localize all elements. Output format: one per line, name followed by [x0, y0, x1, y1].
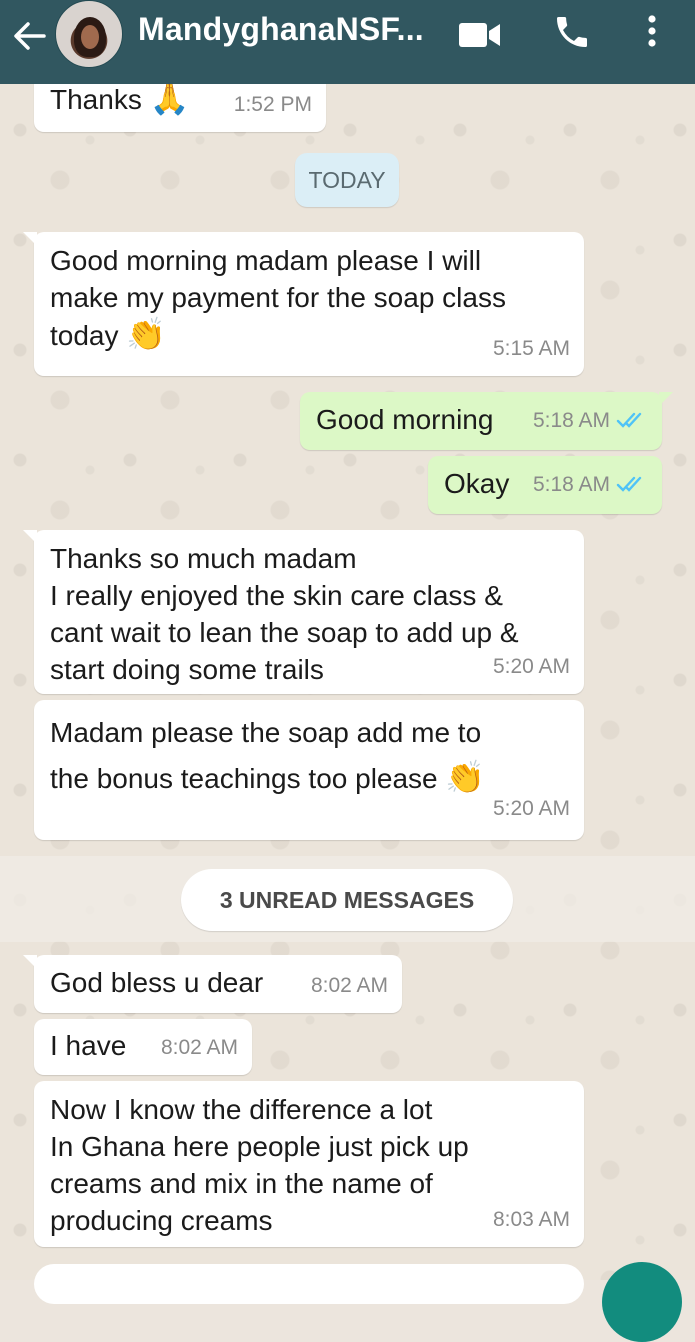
video-call-icon[interactable] [458, 22, 502, 48]
message-time: 5:20 AM [492, 797, 570, 820]
unread-messages-banner: 3 UNREAD MESSAGES [181, 869, 513, 931]
chat-header: MandyghanaNSF... [0, 0, 695, 84]
message-time: 5:18 AM [533, 402, 648, 441]
message-text: Thanks [50, 84, 142, 115]
clapping-hands-emoji: 👏 [445, 759, 486, 795]
microphone-button[interactable] [602, 1262, 682, 1342]
avatar[interactable] [55, 0, 123, 68]
message-text: Good morning madam please I will make my… [50, 245, 506, 351]
message-incoming[interactable]: Now I know the difference a lot In Ghana… [34, 1081, 584, 1247]
message-incoming[interactable]: Good morning madam please I will make my… [23, 232, 584, 376]
arrow-left-icon[interactable] [10, 16, 50, 56]
message-outgoing[interactable]: Good morning 5:18 AM [300, 392, 673, 450]
message-text: Good morning [316, 404, 494, 435]
double-check-icon [616, 404, 648, 441]
message-text: God bless u dear [50, 967, 264, 998]
date-chip: TODAY [295, 153, 399, 207]
message-incoming[interactable]: Madam please the soap add me to the bonu… [34, 700, 584, 840]
message-incoming[interactable]: Thanks so much madam I really enjoyed th… [23, 530, 584, 694]
message-text: I have [50, 1030, 127, 1061]
message-outgoing[interactable]: Okay 5:18 AM [428, 456, 662, 514]
contact-name[interactable]: MandyghanaNSF... [138, 11, 424, 48]
more-vertical-icon[interactable] [640, 12, 664, 52]
message-time: 5:15 AM [492, 337, 570, 360]
message-incoming[interactable]: I have 8:02 AM [34, 1019, 252, 1075]
message-time: 8:02 AM [310, 974, 388, 997]
phone-icon[interactable] [552, 12, 592, 52]
message-text: Now I know the difference a lot In Ghana… [50, 1094, 469, 1236]
message-time: 5:20 AM [492, 655, 570, 678]
message-time: 8:02 AM [160, 1036, 238, 1059]
message-time: 8:03 AM [492, 1208, 570, 1231]
double-check-icon [616, 468, 648, 505]
message-text: Okay [444, 468, 510, 499]
clapping-hands-emoji: 👏 [126, 316, 167, 352]
message-text: Thanks so much madam I really enjoyed th… [50, 543, 519, 685]
message-time: 5:18 AM [533, 466, 648, 505]
message-incoming[interactable]: God bless u dear 8:02 AM [23, 955, 402, 1013]
message-time: 1:52 PM [233, 93, 312, 116]
folded-hands-emoji: 🙏 [149, 80, 190, 116]
message-input[interactable] [34, 1264, 584, 1304]
message-text: Madam please the soap add me to the bonu… [50, 717, 482, 794]
